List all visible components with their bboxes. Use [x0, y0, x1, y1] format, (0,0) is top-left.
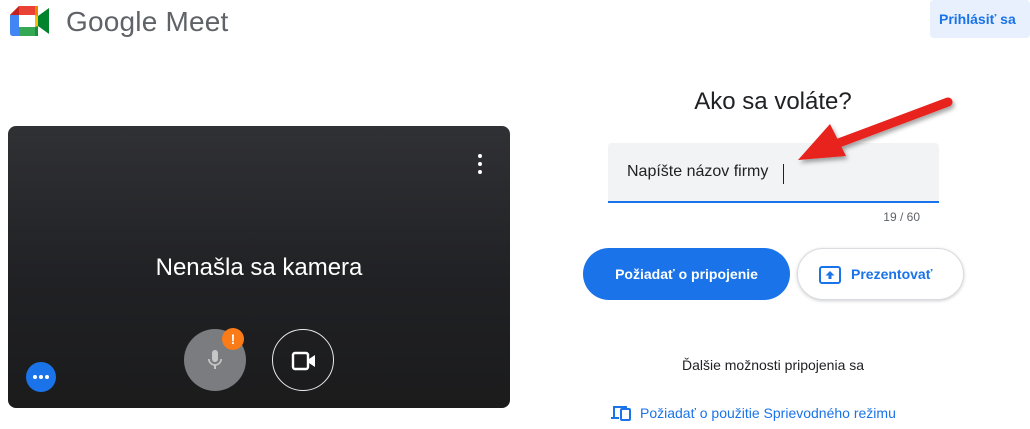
ask-to-join-button[interactable]: Požiadať o pripojenie	[583, 248, 790, 300]
videocam-icon	[291, 351, 315, 371]
other-options-label: Ďalšie možnosti pripojenia sa	[681, 357, 865, 373]
name-heading: Ako sa voláte?	[694, 88, 852, 115]
companion-mode-label: Požiadať o použitie Sprievodného režimu	[640, 405, 896, 421]
video-preview: Nenašla sa kamera !	[8, 126, 510, 408]
camera-not-found-message: Nenašla sa kamera	[155, 254, 363, 281]
present-button-label: Prezentovať	[851, 266, 933, 282]
google-meet-logo	[10, 6, 49, 36]
name-input[interactable]	[608, 143, 939, 201]
mic-off-icon	[208, 350, 222, 369]
signin-button[interactable]: Prihlásiť sa	[930, 0, 1030, 38]
more-horiz-button[interactable]	[26, 362, 56, 392]
char-counter: 19 / 60	[883, 210, 920, 224]
present-to-all-icon	[819, 266, 841, 284]
more-options-icon[interactable]	[468, 150, 492, 178]
name-field[interactable]	[608, 143, 939, 203]
app-title: Google Meet	[66, 6, 229, 37]
text-caret	[783, 164, 784, 184]
mic-warning-badge[interactable]: !	[222, 328, 244, 350]
camera-button[interactable]	[272, 329, 334, 391]
devices-icon	[611, 406, 631, 421]
present-button[interactable]: Prezentovať	[797, 248, 964, 300]
